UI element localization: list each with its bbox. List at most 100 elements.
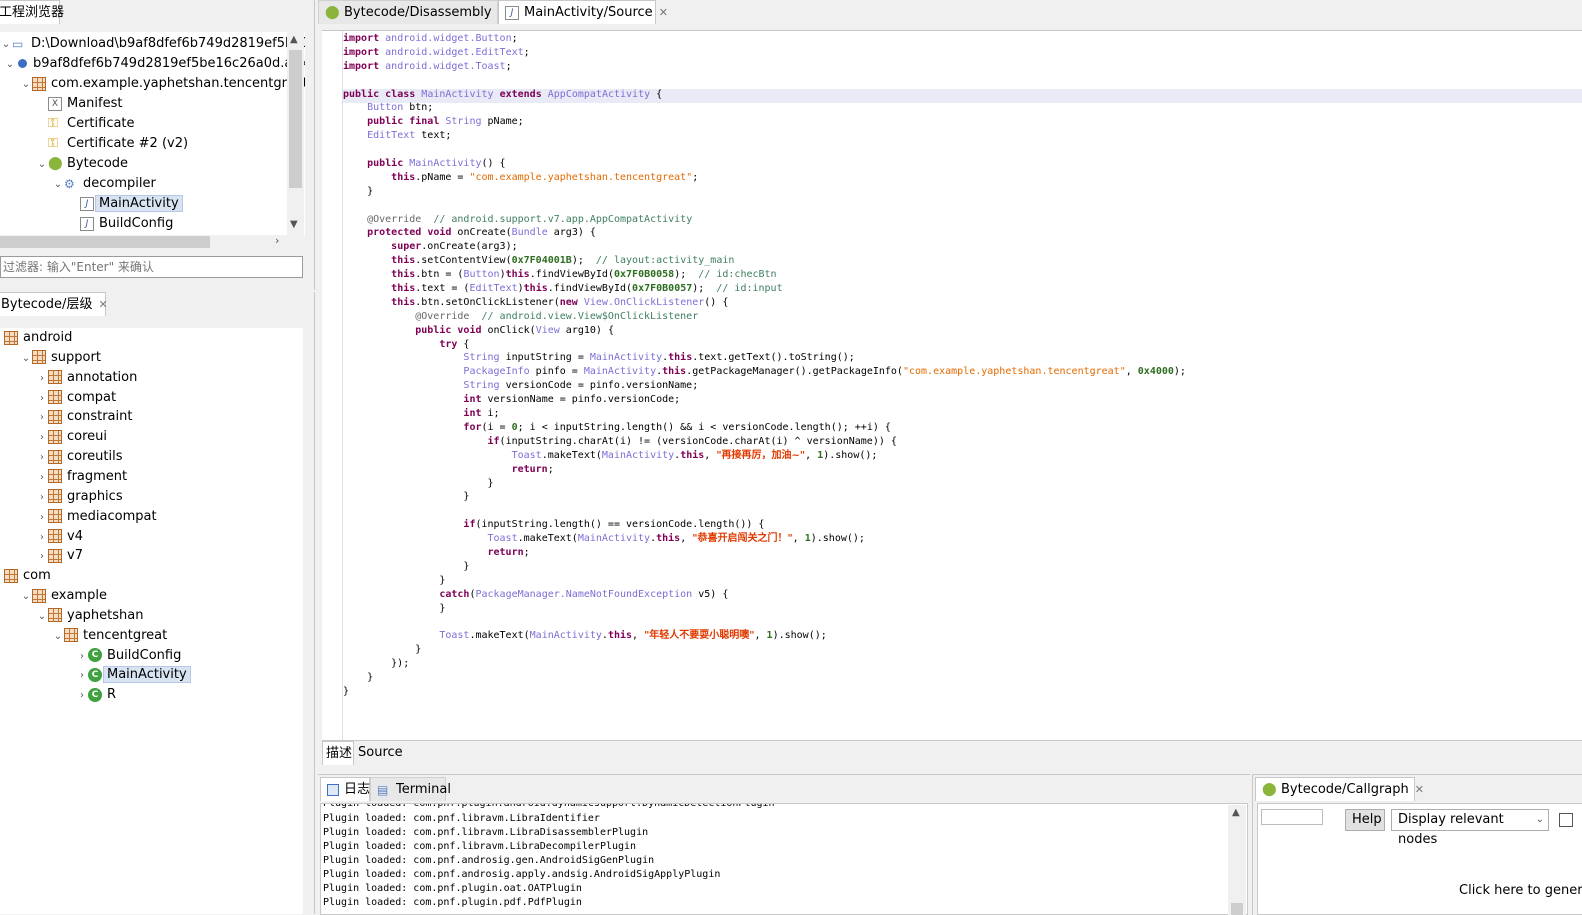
console-vscrollbar[interactable]: ▲ — [1228, 805, 1246, 915]
tree-item[interactable]: ⌄ b9af8dfef6b749d2819ef5be16c26a0d.apk — [4, 54, 305, 74]
tree-item[interactable]: › graphics — [36, 487, 123, 507]
callgraph-search-field[interactable] — [1261, 809, 1323, 825]
tab-log[interactable]: 日志 — [320, 777, 370, 801]
chevron-down-icon[interactable]: ⌄ — [20, 349, 32, 369]
chevron-right-icon[interactable]: › — [36, 488, 48, 508]
code-line[interactable] — [343, 143, 1186, 157]
tree-item[interactable]: ⌄ com.example.yaphetshan.tencentgreat — [20, 74, 305, 94]
code-line[interactable] — [343, 74, 1186, 88]
tree-item[interactable]: ⌄ support — [20, 348, 101, 368]
code-line[interactable]: public void onClick(View arg10) { — [343, 324, 1186, 338]
code-line[interactable]: this.setContentView(0x7F04001B); // layo… — [343, 254, 1186, 268]
tree-item[interactable]: ⚿ Certificate #2 (v2) — [36, 134, 188, 154]
chevron-down-icon[interactable]: ⌄ — [0, 35, 12, 55]
tree-item[interactable]: ⌄ ⬤ Bytecode — [36, 154, 128, 174]
code-line[interactable]: this.btn.setOnClickListener(new View.OnC… — [343, 296, 1186, 310]
code-line[interactable]: int versionName = pinfo.versionCode; — [343, 393, 1186, 407]
display-nodes-select[interactable]: Display relevant nodes ⌄ — [1391, 809, 1549, 847]
tree-item[interactable]: ⌄ ▭ D:\Download\b9af8dfef6b749d2819ef5be16… — [0, 34, 305, 54]
code-line[interactable]: int i; — [343, 407, 1186, 421]
chevron-down-icon[interactable]: ⌄ — [36, 607, 48, 627]
vertical-scrollbar[interactable]: ▲ ▼ — [287, 32, 304, 236]
tree-item[interactable]: J MainActivity — [68, 194, 183, 214]
code-line[interactable]: } — [343, 490, 1186, 504]
tree-item[interactable]: › coreutils — [36, 447, 123, 467]
code-line[interactable]: this.pName = "com.example.yaphetshan.ten… — [343, 171, 1186, 185]
chevron-right-icon[interactable]: › — [76, 686, 88, 706]
filter-input[interactable] — [0, 256, 303, 278]
tree-item[interactable]: ⌄ yaphetshan — [36, 606, 144, 627]
code-line[interactable]: @Override // android.view.View$OnClickLi… — [343, 310, 1186, 324]
chevron-right-icon[interactable]: › — [36, 468, 48, 488]
chevron-down-icon[interactable]: ⌄ — [52, 175, 64, 195]
help-button[interactable]: Help — [1345, 809, 1385, 831]
tab-mainactivity-source[interactable]: J MainActivity/Source ✕ — [498, 0, 668, 24]
code-line[interactable]: import android.widget.EditText; — [343, 46, 1186, 60]
chevron-down-icon[interactable]: ⌄ — [20, 75, 32, 95]
code-line[interactable]: catch(PackageManager.NameNotFoundExcepti… — [343, 588, 1186, 602]
code-line[interactable]: public final String pName; — [343, 115, 1186, 129]
tree-item[interactable]: › v4 — [36, 527, 83, 547]
tab-bytecode-disassembly[interactable]: ⬤ Bytecode/Disassembly — [318, 0, 498, 24]
close-icon[interactable]: ✕ — [98, 298, 107, 311]
code-line[interactable]: Button btn; — [343, 101, 1186, 115]
chevron-down-icon[interactable]: ⌄ — [52, 627, 64, 647]
tree-item[interactable]: › C R — [76, 685, 116, 705]
code-line[interactable]: this.btn = (Button)this.findViewById(0x7… — [343, 268, 1186, 282]
tree-item[interactable]: J BuildConfig — [68, 214, 173, 234]
chevron-right-icon[interactable]: › — [76, 666, 88, 686]
code-line[interactable]: public class MainActivity extends AppCom… — [343, 88, 1186, 102]
horizontal-scrollbar[interactable]: › — [0, 234, 288, 249]
scroll-thumb[interactable] — [1231, 903, 1243, 915]
tree-item[interactable]: android — [0, 328, 72, 348]
tree-item[interactable]: ⌄ example — [20, 586, 107, 606]
code-line[interactable]: String versionCode = pinfo.versionName; — [343, 379, 1186, 393]
code-line[interactable]: import android.widget.Toast; — [343, 60, 1186, 74]
chevron-right-icon[interactable]: › — [36, 508, 48, 528]
code-line[interactable]: } — [343, 602, 1186, 616]
code-line[interactable]: try { — [343, 338, 1186, 352]
tree-item[interactable]: › fragment — [36, 467, 127, 487]
tree-item[interactable]: › compat — [36, 388, 116, 408]
chevron-right-icon[interactable]: › — [36, 408, 48, 428]
tree-item[interactable]: › mediacompat — [36, 507, 157, 527]
tab-description[interactable]: 描述 — [322, 741, 354, 765]
tab-project-explorer[interactable]: 工程浏览器 — [0, 0, 64, 24]
code-line[interactable]: import android.widget.Button; — [343, 32, 1186, 46]
code-line[interactable] — [343, 199, 1186, 213]
chevron-right-icon[interactable]: › — [36, 528, 48, 548]
tab-hierarchy[interactable]: Bytecode/层级 ✕ — [0, 292, 108, 316]
code-line[interactable]: Toast.makeText(MainActivity.this, "年轻人不要… — [343, 629, 1186, 643]
tab-callgraph[interactable]: ⬤ Bytecode/Callgraph ✕ — [1255, 777, 1424, 801]
code-line[interactable] — [343, 615, 1186, 629]
chevron-down-icon[interactable]: ⌄ — [20, 587, 32, 607]
hscroll-thumb[interactable] — [0, 236, 210, 248]
tree-item[interactable]: ⚿ Certificate — [36, 114, 135, 134]
code-line[interactable]: } — [343, 685, 1186, 699]
scroll-up-arrow-icon[interactable]: ▲ — [1232, 807, 1240, 818]
code-line[interactable]: } — [343, 185, 1186, 199]
code-line[interactable]: public MainActivity() { — [343, 157, 1186, 171]
code-line[interactable]: Toast.makeText(MainActivity.this, "再接再厉，… — [343, 449, 1186, 463]
tree-item[interactable]: › C BuildConfig — [76, 646, 181, 666]
scroll-up-arrow-icon[interactable]: ▲ — [290, 34, 298, 45]
scroll-right-arrow-icon[interactable]: › — [275, 234, 279, 247]
code-line[interactable]: }); — [343, 657, 1186, 671]
code-line[interactable]: @Override // android.support.v7.app.AppC… — [343, 213, 1186, 227]
chevron-right-icon[interactable]: › — [36, 389, 48, 409]
chevron-right-icon[interactable]: › — [36, 369, 48, 389]
code-line[interactable]: this.text = (EditText)this.findViewById(… — [343, 282, 1186, 296]
tree-item[interactable]: ⌄ tencentgreat — [52, 626, 167, 646]
chevron-right-icon[interactable]: › — [36, 428, 48, 448]
code-line[interactable]: } — [343, 671, 1186, 685]
tree-item[interactable]: X Manifest — [36, 94, 122, 114]
tab-source[interactable]: Source — [354, 741, 404, 765]
code-line[interactable]: if(inputString.length() == versionCode.l… — [343, 518, 1186, 532]
code-line[interactable]: super.onCreate(arg3); — [343, 240, 1186, 254]
code-line[interactable]: } — [343, 574, 1186, 588]
code-line[interactable]: return; — [343, 546, 1186, 560]
callgraph-hint[interactable]: Click here to gener — [1459, 883, 1582, 898]
code-line[interactable]: } — [343, 560, 1186, 574]
code-line[interactable]: return; — [343, 463, 1186, 477]
code-line[interactable]: } — [343, 643, 1186, 657]
